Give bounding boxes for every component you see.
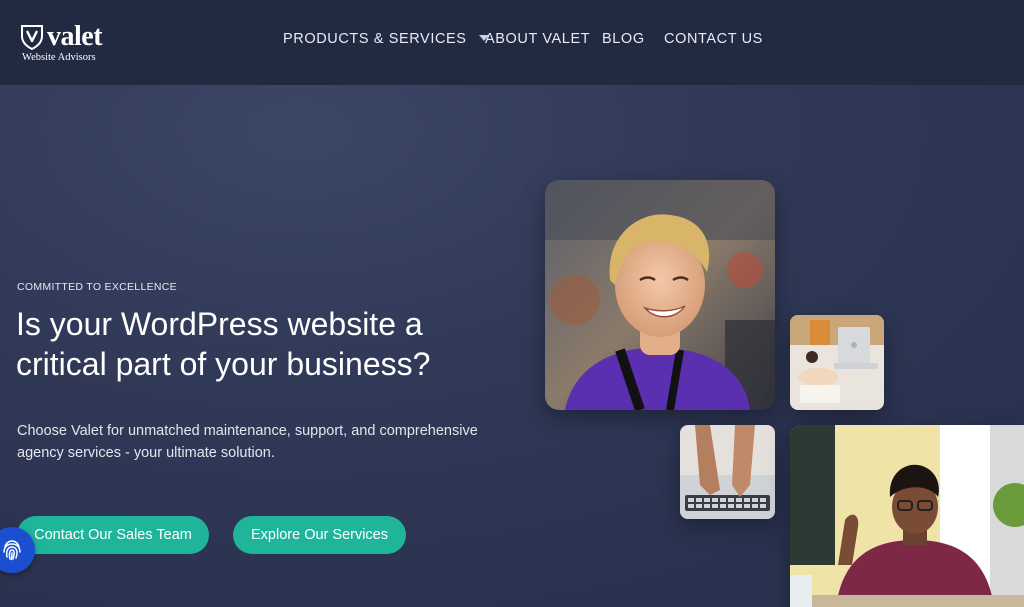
shield-logo-icon	[21, 25, 43, 50]
hero-headline: Is your WordPress website a critical par…	[16, 306, 431, 382]
nav-products-label: PRODUCTS & SERVICES	[283, 31, 467, 47]
photo-laptop-desk	[790, 315, 884, 410]
page: valet Website Advisors PRODUCTS & SERVIC…	[0, 0, 1024, 607]
photo-man-meeting	[790, 425, 1024, 607]
logo[interactable]: valet Website Advisors	[20, 21, 130, 66]
site-header: valet Website Advisors PRODUCTS & SERVIC…	[0, 0, 1024, 85]
hero-eyebrow: COMMITTED TO EXCELLENCE	[17, 281, 177, 293]
brand-tagline: Website Advisors	[22, 52, 96, 63]
nav-blog[interactable]: BLOG	[602, 31, 645, 47]
nav-about-valet[interactable]: ABOUT VALET	[485, 31, 590, 47]
explore-services-button[interactable]: Explore Our Services	[233, 516, 406, 554]
photo-typing-keyboard	[680, 425, 775, 519]
nav-products-services[interactable]: PRODUCTS & SERVICES	[283, 31, 489, 47]
nav-contact-us[interactable]: CONTACT US	[664, 31, 763, 47]
contact-sales-button[interactable]: Contact Our Sales Team	[17, 516, 209, 554]
brand-name: valet	[47, 21, 103, 52]
fingerprint-icon	[3, 540, 21, 561]
photo-smiling-organizer	[545, 180, 775, 410]
hero-subtext: Choose Valet for unmatched maintenance, …	[17, 423, 478, 461]
